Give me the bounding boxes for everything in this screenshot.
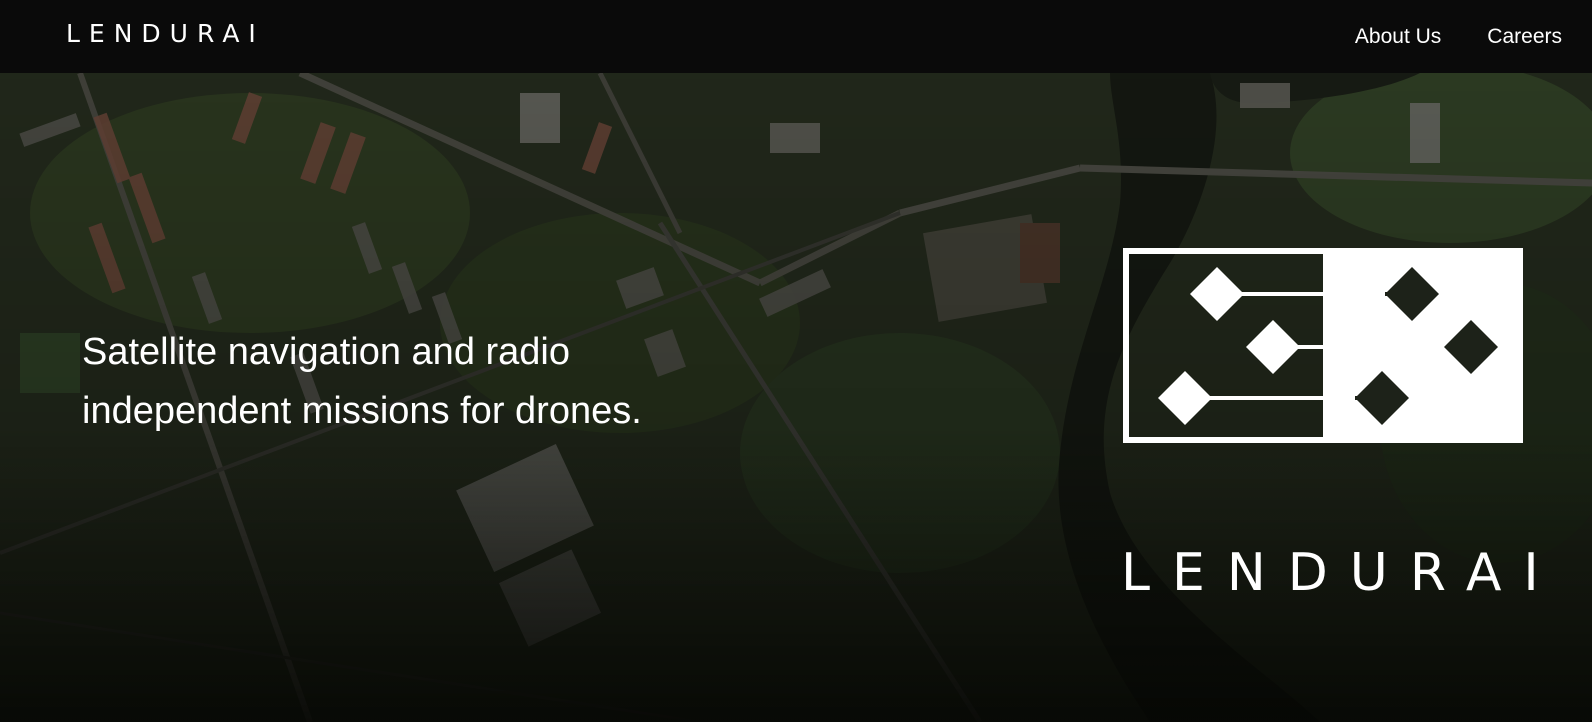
nav-careers-link[interactable]: Careers: [1487, 25, 1562, 49]
hero-tagline-line1: Satellite navigation and radio: [82, 331, 571, 373]
hero-tagline-line2: independent missions for drones.: [82, 390, 642, 432]
brand-logo-link[interactable]: LENDURAI: [66, 19, 265, 48]
hero-section: Satellite navigation and radio independe…: [0, 73, 1592, 722]
top-navbar: LENDURAI About Us Careers: [0, 0, 1592, 73]
lendurai-logo-emblem: [1123, 248, 1523, 443]
main-nav: About Us Careers: [1337, 0, 1592, 73]
logo-wordmark: LENDURAI: [1121, 543, 1561, 603]
nav-about-us-link[interactable]: About Us: [1355, 25, 1441, 49]
hero-tagline: Satellite navigation and radio independe…: [82, 323, 722, 441]
